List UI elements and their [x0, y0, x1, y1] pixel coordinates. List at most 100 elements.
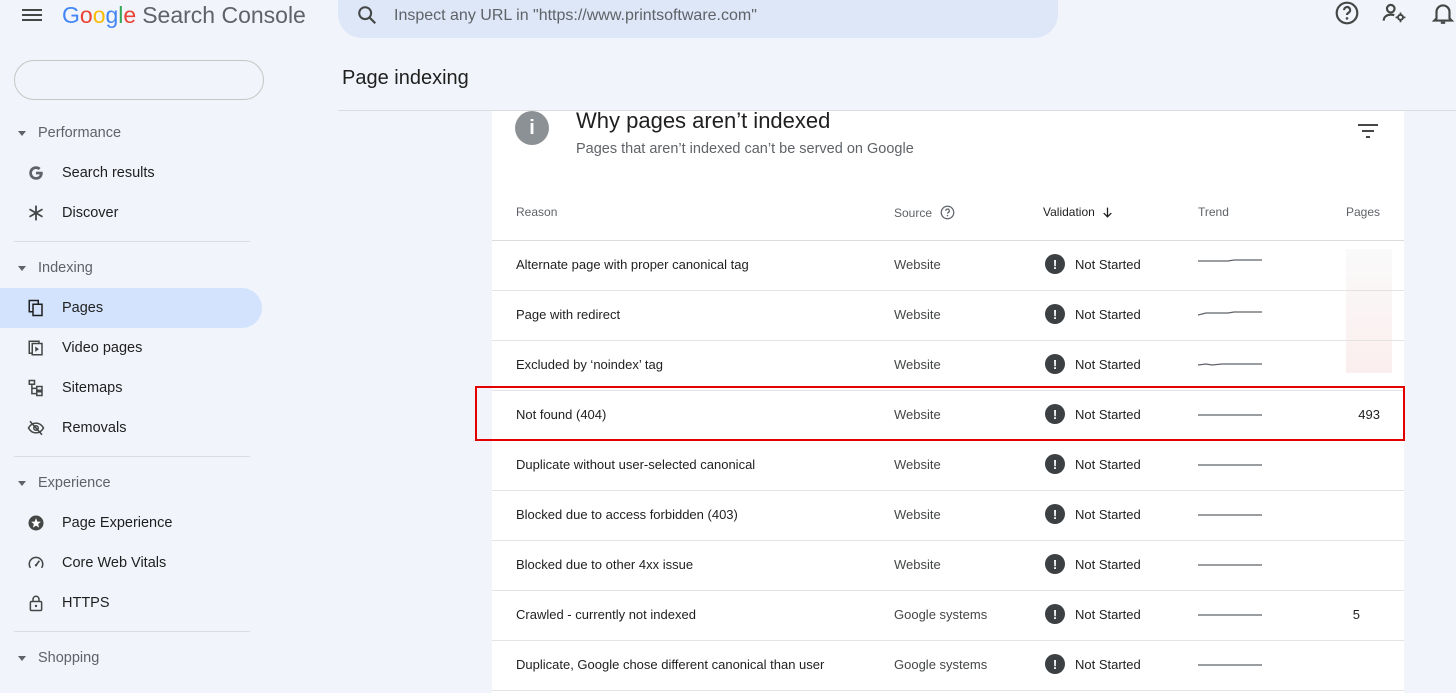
sidebar-item-label: Sitemaps: [62, 380, 123, 396]
table-row[interactable]: Excluded by ‘noindex’ tag Website ! Not Sta…: [492, 341, 1404, 391]
help-icon[interactable]: [1334, 0, 1360, 26]
validation-status: Not Started: [1075, 556, 1141, 572]
sidebar-item-page-experience[interactable]: Page Experience: [0, 503, 262, 543]
source-cell: Website: [894, 257, 941, 272]
notifications-icon[interactable]: [1430, 0, 1456, 26]
table-row[interactable]: Blocked due to other 4xx issue Website! No…: [492, 541, 1404, 591]
section-label: Performance: [38, 125, 122, 141]
trend-sparkline: [1198, 464, 1262, 466]
validation-status: Not Started: [1075, 656, 1141, 672]
column-label: Validation: [1043, 205, 1095, 219]
table-row[interactable]: Blocked due to access forbidden (403) Web…: [492, 491, 1404, 541]
alert-icon: !: [1045, 254, 1065, 274]
column-header-validation[interactable]: Validation: [1043, 205, 1114, 219]
logo-letter: e: [123, 2, 137, 28]
sidebar-item-https[interactable]: HTTPS: [0, 583, 262, 623]
sidebar-divider: [14, 456, 250, 457]
column-header-source[interactable]: Source: [894, 205, 955, 220]
page-title: Page indexing: [342, 67, 469, 89]
sidebar-item-label: Pages: [62, 300, 104, 316]
table-row[interactable]: Crawled - currently not indexed Google sy…: [492, 591, 1404, 641]
sidebar-item-sitemaps[interactable]: Sitemaps: [0, 368, 262, 408]
section-performance[interactable]: Performance: [18, 123, 121, 143]
section-shopping[interactable]: Shopping: [18, 648, 99, 668]
sitemaps-icon: [26, 378, 46, 398]
url-inspection-search: [338, 0, 1058, 38]
logo-letter: o: [92, 2, 106, 28]
sidebar-item-label: HTTPS: [62, 595, 110, 611]
google-g-icon: [26, 163, 46, 183]
removals-icon: [26, 418, 46, 438]
sidebar-item-discover[interactable]: Discover: [0, 193, 262, 233]
reason-cell: Blocked due to other 4xx issue: [516, 557, 694, 572]
search-icon[interactable]: [356, 4, 378, 26]
logo-letter: o: [79, 2, 93, 28]
reason-cell: Duplicate without user-selected canonica…: [516, 457, 756, 472]
section-indexing[interactable]: Indexing: [18, 258, 93, 278]
section-label: Shopping: [38, 650, 100, 666]
source-cell: Google systems: [894, 607, 988, 622]
validation-status: Not Started: [1075, 456, 1141, 472]
validation-cell: ! Not Started: [1045, 454, 1141, 474]
help-icon[interactable]: [940, 205, 955, 220]
validation-status: Not Started: [1075, 306, 1141, 322]
source-cell: Website: [894, 507, 941, 522]
table-row[interactable]: Duplicate without user-selected canonica…: [492, 441, 1404, 491]
trend-sparkline: [1198, 363, 1262, 366]
validation-cell: ! Not Started: [1045, 604, 1141, 624]
sidebar-item-pages[interactable]: Pages: [0, 288, 262, 328]
validation-status: Not Started: [1075, 606, 1141, 622]
validation-cell: ! Not Started: [1045, 354, 1141, 374]
table-row[interactable]: Page with redirect Website! Not Started: [492, 291, 1404, 341]
trend-sparkline: [1198, 614, 1262, 616]
pages-count-cell: 5: [1352, 607, 1360, 622]
top-bar: Google Search Console: [0, 0, 1456, 40]
page-experience-icon: [26, 513, 46, 533]
source-cell: Website: [894, 357, 941, 372]
alert-icon: !: [1045, 554, 1065, 574]
table-row[interactable]: Duplicate, Google chose different canoni…: [492, 641, 1404, 691]
alert-icon: !: [1045, 654, 1065, 674]
sidebar-divider: [14, 241, 250, 242]
alert-icon: !: [1045, 354, 1065, 374]
trend-sparkline: [1198, 311, 1262, 316]
column-label: Reason: [516, 205, 558, 219]
highlight-box: [475, 386, 1405, 441]
video-pages-icon: [26, 338, 46, 358]
validation-cell: ! Not Started: [1045, 554, 1141, 574]
validation-status: Not Started: [1075, 506, 1141, 522]
section-label: Indexing: [38, 260, 93, 276]
sidebar-item-label: Page Experience: [62, 515, 173, 531]
property-selector[interactable]: [14, 60, 264, 100]
table-row[interactable]: Alternate page with proper canonical tag…: [492, 241, 1404, 291]
lock-icon: [26, 593, 46, 613]
source-cell: Website: [894, 307, 941, 322]
trend-sparkline: [1198, 259, 1262, 262]
manage-users-icon[interactable]: [1381, 0, 1407, 26]
source-cell: Google systems: [894, 657, 988, 672]
caret-down-icon: [18, 265, 26, 271]
trend-sparkline: [1198, 564, 1262, 566]
logo-letter: G: [62, 2, 80, 28]
url-inspection-input[interactable]: [394, 4, 994, 28]
filter-icon[interactable]: [1356, 121, 1380, 141]
sidebar-item-label: Discover: [62, 205, 119, 221]
reason-cell: Excluded by ‘noindex’ tag: [516, 357, 663, 372]
alert-icon: !: [1045, 604, 1065, 624]
column-header-pages[interactable]: Pages: [1346, 205, 1380, 219]
column-header-trend[interactable]: Trend: [1198, 205, 1229, 219]
sidebar-item-label: Core Web Vitals: [62, 555, 167, 571]
search-console-logo[interactable]: Google Search Console: [62, 2, 306, 29]
column-header-reason[interactable]: Reason: [516, 205, 557, 219]
main-menu-icon[interactable]: [22, 6, 46, 26]
caret-down-icon: [18, 130, 26, 136]
sidebar-item-removals[interactable]: Removals: [0, 408, 262, 448]
sidebar-item-video-pages[interactable]: Video pages: [0, 328, 262, 368]
trend-sparkline: [1198, 514, 1262, 516]
sidebar-item-search-results[interactable]: Search results: [0, 153, 262, 193]
section-experience[interactable]: Experience: [18, 473, 111, 493]
trend-sparkline: [1198, 664, 1262, 666]
sidebar-item-core-web-vitals[interactable]: Core Web Vitals: [0, 543, 262, 583]
alert-icon: !: [1045, 454, 1065, 474]
alert-icon: !: [1045, 504, 1065, 524]
